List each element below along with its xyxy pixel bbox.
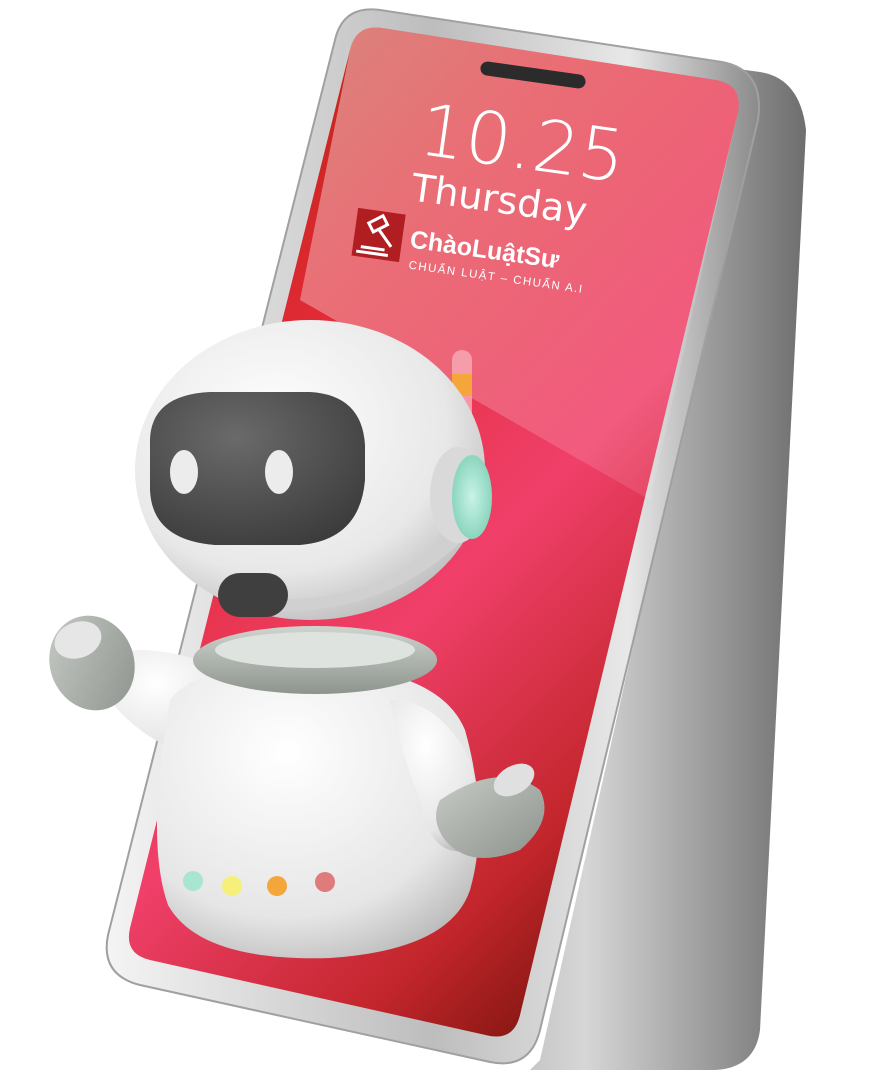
- right-eye: [265, 450, 293, 494]
- status-light-2: [222, 876, 242, 896]
- headset-ear-light: [452, 455, 492, 539]
- status-light-1: [183, 871, 203, 891]
- left-eye: [170, 450, 198, 494]
- illustration: 10.25 Thursday ChàoLuậtSư CHUẨN LUẬT – C…: [49, 8, 806, 1070]
- status-light-4: [315, 872, 335, 892]
- headset-mic: [218, 573, 288, 617]
- status-light-3: [267, 876, 287, 896]
- neck-collar-inner: [215, 632, 415, 668]
